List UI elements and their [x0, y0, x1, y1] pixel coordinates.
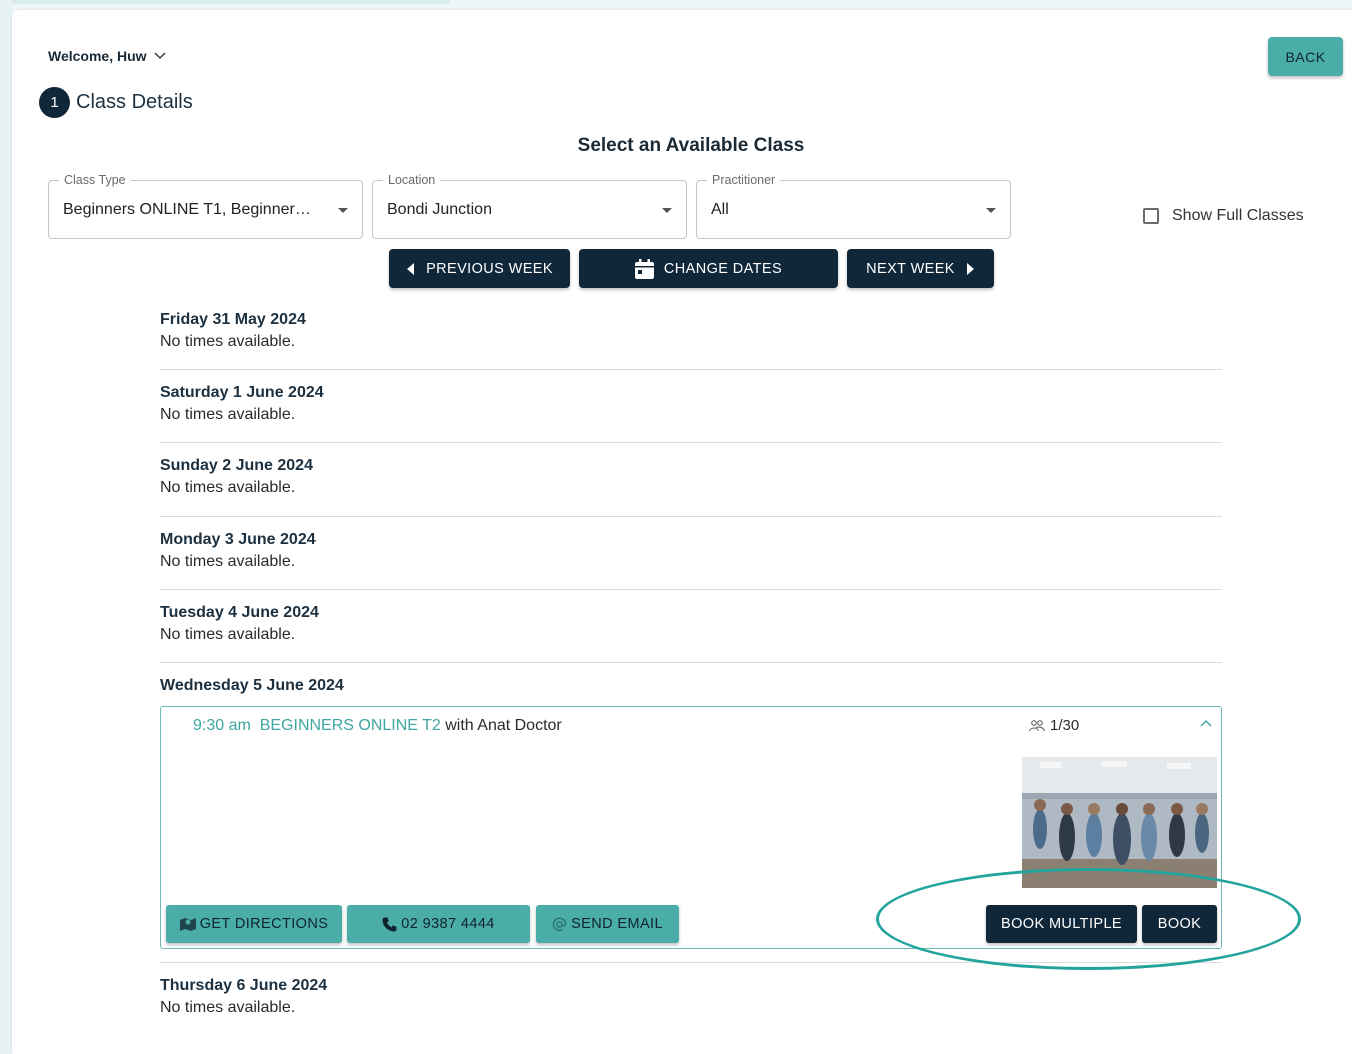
day-title: Tuesday 4 June 2024: [160, 604, 319, 621]
class-summary[interactable]: 9:30 am BEGINNERS ONLINE T2 with Anat Do…: [193, 717, 562, 735]
day-title: Wednesday 5 June 2024: [160, 677, 344, 694]
dropdown-arrow-icon: [338, 208, 348, 213]
capacity-value: 1/30: [1050, 717, 1080, 734]
calendar-icon: [634, 258, 654, 279]
class-name: BEGINNERS ONLINE T2: [259, 717, 441, 734]
location-value: Bondi Junction: [387, 201, 492, 218]
previous-week-button[interactable]: PREVIOUS WEEK: [389, 249, 570, 288]
divider: [160, 442, 1222, 443]
class-type-select[interactable]: Class Type Beginners ONLINE T1, Beginner…: [48, 173, 363, 239]
send-email-label: SEND EMAIL: [571, 916, 663, 932]
day-title: Friday 31 May 2024: [160, 311, 306, 328]
left-edge: [0, 0, 12, 1054]
step-label: Class Details: [76, 91, 193, 113]
top-strip: [0, 0, 450, 4]
divider: [160, 369, 1222, 370]
practitioner-value: All: [711, 201, 729, 218]
class-type-value: Beginners ONLINE T1, Beginner…: [63, 201, 311, 218]
class-capacity: 1/30: [1029, 717, 1079, 734]
next-week-button[interactable]: NEXT WEEK: [847, 249, 994, 288]
day-message: No times available.: [160, 553, 296, 570]
step-number: 1: [39, 87, 70, 118]
get-directions-button[interactable]: GET DIRECTIONS: [166, 905, 342, 943]
practitioner-select[interactable]: Practitioner All: [696, 173, 1011, 239]
phone-icon: [382, 917, 397, 931]
day-section: Wednesday 5 June 2024: [160, 677, 1222, 695]
back-button[interactable]: BACK: [1268, 37, 1343, 76]
caret-right-icon: [966, 262, 974, 275]
day-message: No times available.: [160, 333, 296, 350]
day-message: No times available.: [160, 999, 296, 1016]
welcome-label: Welcome, Huw: [48, 48, 147, 64]
day-title: Sunday 2 June 2024: [160, 457, 313, 474]
divider: [160, 662, 1222, 663]
divider: [160, 516, 1222, 517]
phone-button[interactable]: 02 9387 4444: [347, 905, 530, 943]
day-section: Monday 3 June 2024 No times available.: [160, 531, 1222, 571]
location-select[interactable]: Location Bondi Junction: [372, 173, 687, 239]
day-message: No times available.: [160, 479, 296, 496]
previous-week-label: PREVIOUS WEEK: [426, 260, 553, 277]
day-section: Thursday 6 June 2024 No times available.: [160, 977, 1222, 1017]
day-section: Saturday 1 June 2024 No times available.: [160, 384, 1222, 424]
caret-left-icon: [407, 262, 415, 275]
show-full-checkbox[interactable]: [1143, 208, 1159, 224]
show-full-label: Show Full Classes: [1172, 207, 1304, 224]
at-icon: [553, 917, 567, 931]
day-message: No times available.: [160, 626, 296, 643]
chevron-up-icon[interactable]: [1199, 718, 1213, 728]
dropdown-arrow-icon: [662, 208, 672, 213]
change-dates-label: CHANGE DATES: [663, 260, 783, 277]
page-heading: Select an Available Class: [577, 135, 805, 156]
location-label: Location: [383, 173, 441, 187]
divider: [160, 962, 1222, 963]
map-icon: [179, 918, 196, 931]
chevron-down-icon: [154, 52, 166, 59]
divider: [160, 589, 1222, 590]
day-section: Sunday 2 June 2024 No times available.: [160, 457, 1222, 497]
day-title: Monday 3 June 2024: [160, 531, 316, 548]
day-title: Thursday 6 June 2024: [160, 977, 328, 994]
send-email-button[interactable]: SEND EMAIL: [536, 905, 679, 943]
day-message: No times available.: [160, 406, 296, 423]
class-card[interactable]: 9:30 am BEGINNERS ONLINE T2 with Anat Do…: [160, 706, 1222, 949]
next-week-label: NEXT WEEK: [866, 260, 955, 277]
day-section: Tuesday 4 June 2024 No times available.: [160, 604, 1222, 644]
phone-label: 02 9387 4444: [401, 916, 495, 932]
day-title: Saturday 1 June 2024: [160, 384, 324, 401]
class-photo: [1022, 757, 1217, 888]
get-directions-label: GET DIRECTIONS: [199, 916, 329, 932]
book-button[interactable]: BOOK: [1142, 905, 1217, 943]
practitioner-label: Practitioner: [707, 173, 781, 187]
book-multiple-button[interactable]: BOOK MULTIPLE: [986, 905, 1137, 943]
dropdown-arrow-icon: [986, 208, 996, 213]
class-time: 9:30 am: [193, 717, 251, 734]
class-practitioner: with Anat Doctor: [445, 717, 562, 734]
change-dates-button[interactable]: CHANGE DATES: [579, 249, 838, 288]
class-type-label: Class Type: [59, 173, 131, 187]
day-section: Friday 31 May 2024 No times available.: [160, 311, 1222, 351]
show-full-classes-toggle[interactable]: Show Full Classes: [1143, 207, 1304, 225]
people-icon: [1029, 719, 1045, 731]
step-indicator: 1 Class Details: [39, 87, 193, 118]
welcome-menu[interactable]: Welcome, Huw: [48, 48, 167, 64]
